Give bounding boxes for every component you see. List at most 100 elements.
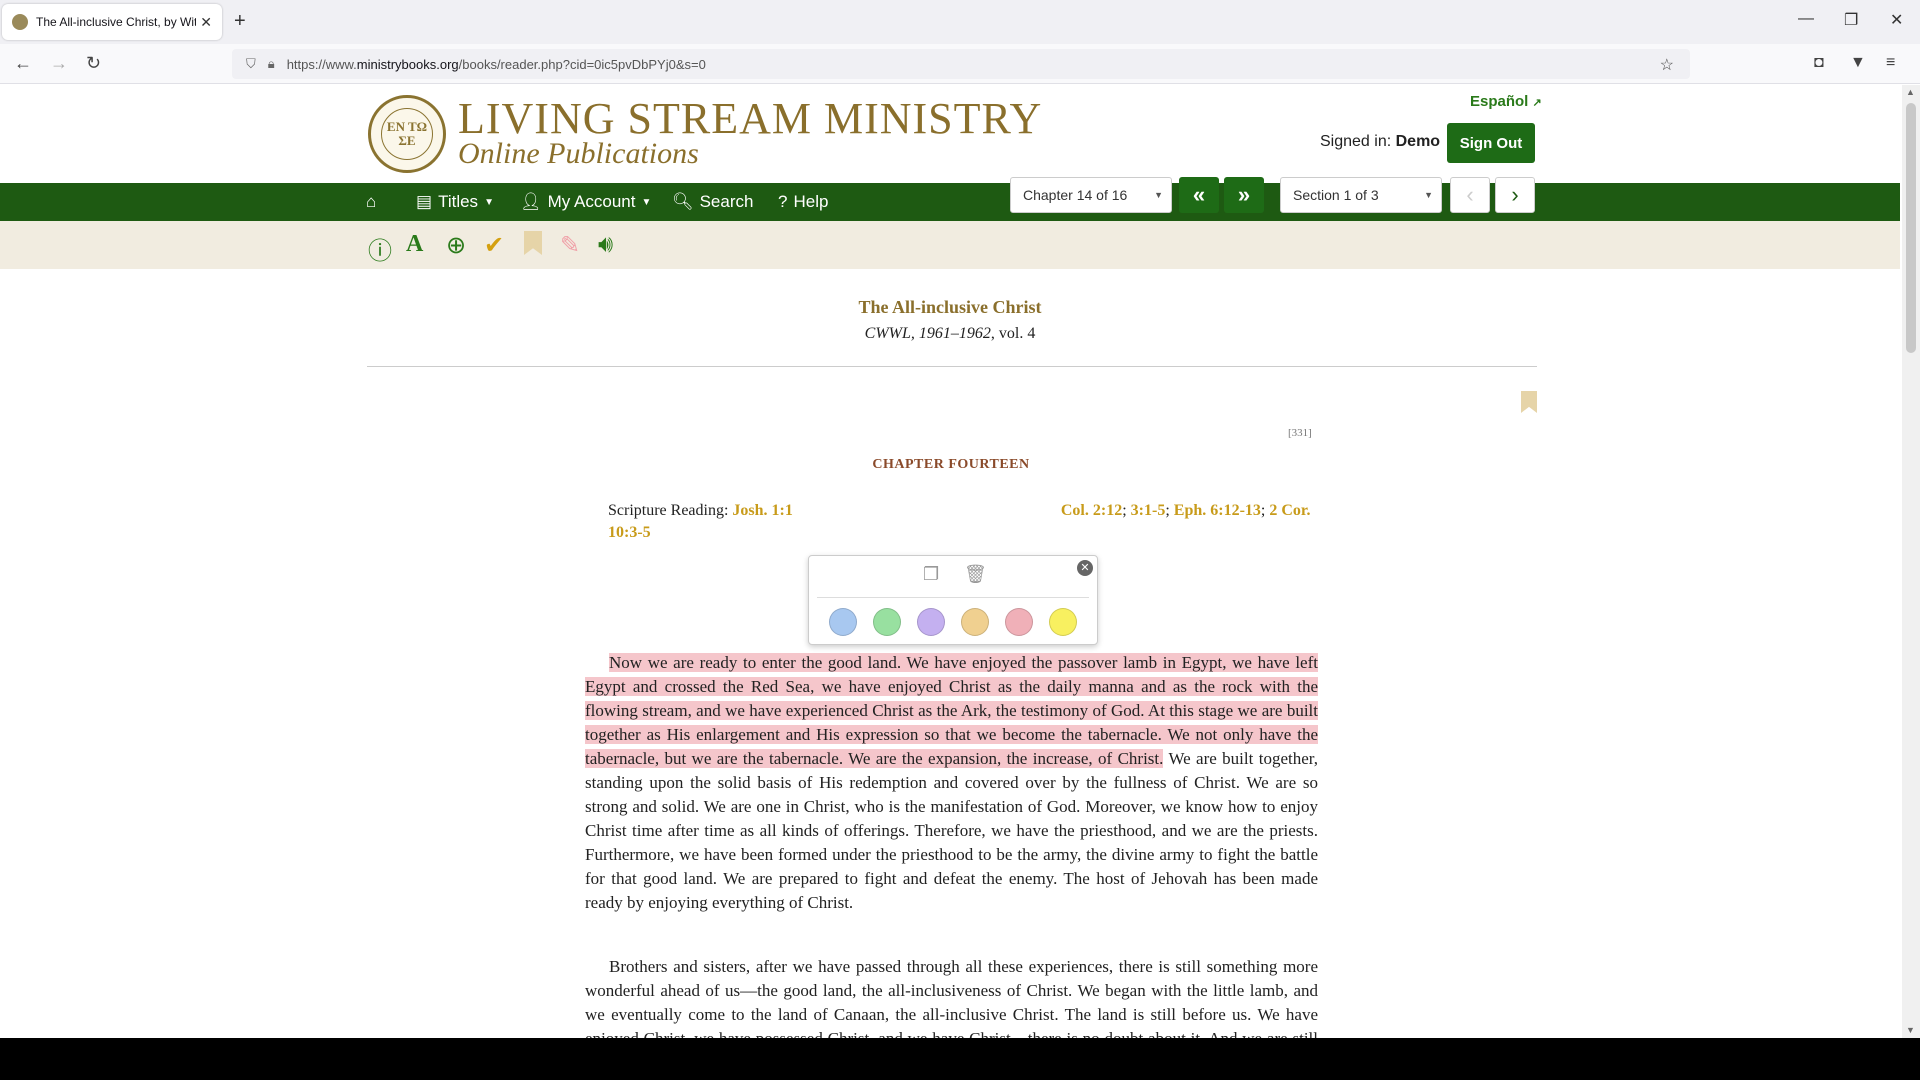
site-favicon-icon: [12, 14, 28, 30]
tab-strip: The All-inclusive Christ, by Witn ✕ + — …: [0, 0, 1920, 44]
section-select[interactable]: Section 1 of 3 ▼: [1280, 177, 1442, 213]
lock-icon: 🔒︎: [267, 56, 275, 71]
search-icon: 🔍︎: [672, 192, 694, 211]
color-swatch-green[interactable]: [873, 608, 901, 636]
nav-help-label: Help: [793, 192, 829, 211]
window-close-icon[interactable]: ✕: [1890, 10, 1903, 30]
checkmark-icon[interactable]: ✔: [484, 231, 504, 260]
browser-tab[interactable]: The All-inclusive Christ, by Witn ✕: [2, 4, 222, 40]
chevron-down-icon: ▼: [1154, 190, 1163, 200]
page-bookmark-icon[interactable]: [1521, 391, 1537, 413]
color-swatch-blue[interactable]: [829, 608, 857, 636]
prev-section-button[interactable]: ‹: [1450, 177, 1490, 213]
nav-search-label: Search: [699, 192, 754, 211]
sign-out-button[interactable]: Sign Out: [1447, 123, 1535, 163]
info-icon[interactable]: ⓘ: [368, 231, 392, 266]
color-swatch-purple[interactable]: [917, 608, 945, 636]
zoom-search-icon[interactable]: ⊕: [446, 231, 466, 260]
web-page: EN TΩ ΣE LIVING STREAM MINISTRY Online P…: [0, 85, 1900, 1038]
highlighter-icon[interactable]: ✎: [560, 231, 580, 260]
tab-title: The All-inclusive Christ, by Witn: [36, 15, 196, 29]
pocket-icon[interactable]: ◘: [1814, 54, 1824, 72]
question-icon: ?: [778, 192, 788, 211]
nav-search[interactable]: 🔍︎ Search: [672, 192, 753, 212]
scripture-reading: Scripture Reading: Josh. 1:1 Col. 2:12; 3…: [608, 502, 1311, 541]
signed-in-label: Signed in:: [1320, 133, 1392, 150]
series-name: CWWL, 1961–1962: [864, 325, 991, 342]
external-link-icon: ↗: [1532, 97, 1542, 109]
espanol-label: Español: [1470, 93, 1529, 110]
forward-icon[interactable]: →: [50, 53, 68, 74]
highlight-popup: ✕ ❐ 🗑︎: [808, 555, 1098, 645]
lsm-logo[interactable]: EN TΩ ΣE: [368, 95, 446, 173]
new-tab-button[interactable]: +: [234, 10, 246, 33]
divider: [367, 366, 1537, 367]
tab-close-icon[interactable]: ✕: [200, 14, 212, 31]
color-swatch-pink[interactable]: [1005, 608, 1033, 636]
book-series: CWWL, 1961–1962, vol. 4: [0, 325, 1900, 343]
scripture-ref[interactable]: 3:1-5: [1131, 502, 1166, 519]
trash-icon[interactable]: 🗑︎: [964, 564, 987, 585]
page-number: [331]: [1288, 427, 1312, 439]
reload-icon[interactable]: ↻: [86, 53, 101, 74]
scripture-ref[interactable]: Eph. 6:12-13: [1174, 502, 1261, 519]
url-bar[interactable]: ⛉ 🔒︎ https://www. ministrybooks.org/books…: [232, 49, 1690, 79]
scrollbar-thumb[interactable]: [1906, 103, 1916, 353]
logo-seal-inner: EN TΩ ΣE: [381, 108, 433, 160]
user-icon: 👤︎: [520, 192, 542, 211]
popup-divider: [817, 597, 1089, 598]
app-menu-icon[interactable]: ≡: [1886, 54, 1895, 72]
download-icon[interactable]: ▼: [1850, 54, 1866, 72]
browser-window: The All-inclusive Christ, by Witn ✕ + — …: [0, 0, 1920, 1080]
scroll-down-icon[interactable]: ▼: [1906, 1025, 1915, 1035]
nav-my-account-label: My Account: [547, 192, 636, 211]
reader-toolbar: ⓘ A ⊕ ✔ ✎ 🔊︎: [0, 221, 1900, 269]
close-icon[interactable]: ✕: [1077, 560, 1093, 576]
shield-icon: ⛉: [246, 56, 256, 71]
scripture-ref[interactable]: Col. 2:12: [1061, 502, 1122, 519]
color-swatch-yellow[interactable]: [1049, 608, 1077, 636]
scripture-label: Scripture Reading:: [608, 502, 729, 519]
signed-in-user: Demo: [1395, 133, 1441, 150]
font-size-icon[interactable]: A: [406, 231, 423, 258]
copy-icon[interactable]: ❐: [923, 564, 939, 585]
paragraph: Brothers and sisters, after we have pass…: [585, 957, 1318, 1038]
chevron-down-icon: ▼: [1424, 190, 1433, 200]
signed-in-status: Signed in: Demo: [1320, 133, 1440, 151]
color-swatch-orange[interactable]: [961, 608, 989, 636]
scroll-up-icon[interactable]: ▲: [1906, 87, 1915, 97]
bookmark-star-icon[interactable]: ☆: [1660, 55, 1674, 75]
url-path: /books/reader.php?cid=0ic5pvDbPYj0&s=0: [458, 56, 706, 72]
home-icon[interactable]: ⌂: [366, 192, 376, 212]
chevron-down-icon: ▼: [484, 196, 494, 208]
nav-my-account[interactable]: 👤︎ My Account ▼: [520, 192, 651, 212]
taskbar: [0, 1038, 1920, 1080]
section-select-value: Section 1 of 3: [1293, 187, 1379, 203]
minimize-icon[interactable]: —: [1798, 10, 1814, 28]
restore-icon[interactable]: ❐: [1844, 10, 1858, 30]
next-chapter-button[interactable]: »: [1224, 177, 1264, 213]
chapter-select-value: Chapter 14 of 16: [1023, 187, 1128, 203]
url-prefix: https://www.: [286, 56, 357, 72]
paragraph: Now we are ready to enter the good land.…: [585, 651, 1318, 915]
book-icon: ▤: [416, 192, 433, 211]
speaker-icon[interactable]: 🔊︎: [598, 231, 613, 259]
back-icon[interactable]: ←: [14, 53, 32, 74]
url-domain: ministrybooks.org: [356, 56, 459, 72]
site-subtitle: Online Publications: [458, 137, 699, 170]
chapter-select[interactable]: Chapter 14 of 16 ▼: [1010, 177, 1172, 213]
bookmark-icon[interactable]: [524, 231, 542, 255]
nav-titles-label: Titles: [438, 192, 479, 211]
chapter-heading: CHAPTER FOURTEEN: [872, 457, 1030, 472]
browser-navbar: ← → ↻ ⛉ 🔒︎ https://www. ministrybooks.org…: [0, 44, 1920, 84]
espanol-link[interactable]: Español ↗: [1470, 93, 1542, 110]
nav-titles[interactable]: ▤ Titles ▼: [416, 192, 494, 212]
main-nav: ⌂ ▤ Titles ▼ 👤︎ My Account ▼ 🔍︎ Search ?…: [0, 183, 1900, 221]
nav-help[interactable]: ? Help: [778, 192, 828, 212]
scripture-ref[interactable]: Josh. 1:1: [732, 502, 792, 519]
paragraph-text: We are built together, standing upon the…: [585, 749, 1318, 912]
page-scrollbar[interactable]: ▲ ▼: [1902, 85, 1920, 1038]
next-section-button[interactable]: ›: [1495, 177, 1535, 213]
series-volume: , vol. 4: [990, 325, 1036, 342]
prev-chapter-button[interactable]: «: [1179, 177, 1219, 213]
